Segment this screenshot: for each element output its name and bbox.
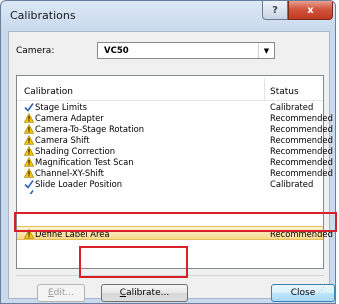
chevron-down-icon[interactable]: ▼ [258, 43, 274, 58]
calibration-status: Recommended [270, 135, 333, 145]
help-icon: ? [272, 4, 278, 16]
calibration-name: Magnification Test Scan [35, 157, 134, 167]
calibration-status: Recommended [270, 168, 333, 178]
list-header: Calibration Status [17, 76, 323, 101]
calibration-status: Recommended [270, 113, 333, 123]
calibration-name: Shading Correction [35, 146, 116, 156]
calibration-status: Recommended [270, 124, 333, 134]
calibration-name: Channel-XY-Shift [35, 168, 104, 178]
calibrate-button[interactable]: Calibrate... [101, 284, 188, 302]
list-item[interactable]: Camera Adapter Recommended [17, 113, 333, 124]
close-button[interactable]: Close [271, 284, 335, 302]
calibration-name: Camera Shift [35, 135, 90, 145]
camera-dropdown[interactable]: VC50 ▼ [97, 42, 275, 59]
list-item[interactable]: Camera-To-Stage Rotation Recommended [17, 124, 333, 135]
list-item[interactable]: Stage Limits Calibrated [17, 102, 323, 113]
column-header-status[interactable]: Status [270, 87, 299, 97]
list-item-partial[interactable] [17, 189, 323, 194]
warning-icon [24, 168, 34, 178]
calibration-name: Stage Limits [35, 102, 87, 112]
warning-icon [24, 124, 34, 134]
list-item[interactable]: Magnification Test Scan Recommended [17, 157, 333, 168]
list-item[interactable]: Channel-XY-Shift Recommended [17, 168, 333, 179]
check-icon [24, 103, 34, 112]
list-item[interactable]: Camera Shift Recommended [17, 135, 333, 146]
list-item[interactable]: Shading Correction Recommended [17, 146, 333, 157]
check-icon [24, 180, 34, 189]
calibration-status: Calibrated [270, 179, 314, 189]
camera-selected-value: VC50 [104, 46, 129, 56]
calibration-name: Camera Adapter [35, 113, 104, 123]
calibration-status: Recommended [270, 157, 333, 167]
column-header-calibration[interactable]: Calibration [24, 87, 73, 97]
edit-button[interactable]: Edit... [37, 284, 85, 302]
warning-icon [24, 113, 34, 123]
title-bar[interactable]: Calibrations ? x [1, 1, 335, 31]
warning-icon [24, 157, 34, 167]
calibration-name: Slide Loader Position [35, 179, 123, 189]
calibration-status: Calibrated [270, 102, 314, 112]
highlight-annotation-calibrate [79, 246, 188, 278]
warning-icon [24, 146, 34, 156]
dialog-title: Calibrations [10, 9, 76, 22]
check-icon [25, 190, 34, 194]
highlight-annotation-row [14, 212, 337, 232]
calibration-name: Camera-To-Stage Rotation [35, 124, 144, 134]
resize-grip-icon[interactable]: ⋰ [318, 286, 325, 294]
calibration-list[interactable]: Calibration Status Stage Limits Calibrat… [16, 75, 333, 269]
close-icon: x [307, 4, 314, 16]
calibration-status: Recommended [270, 146, 333, 156]
camera-label: Camera: [16, 46, 55, 56]
warning-icon [24, 135, 34, 145]
help-button[interactable]: ? [262, 1, 288, 20]
column-divider[interactable] [264, 78, 265, 100]
window-close-button[interactable]: x [288, 1, 333, 20]
